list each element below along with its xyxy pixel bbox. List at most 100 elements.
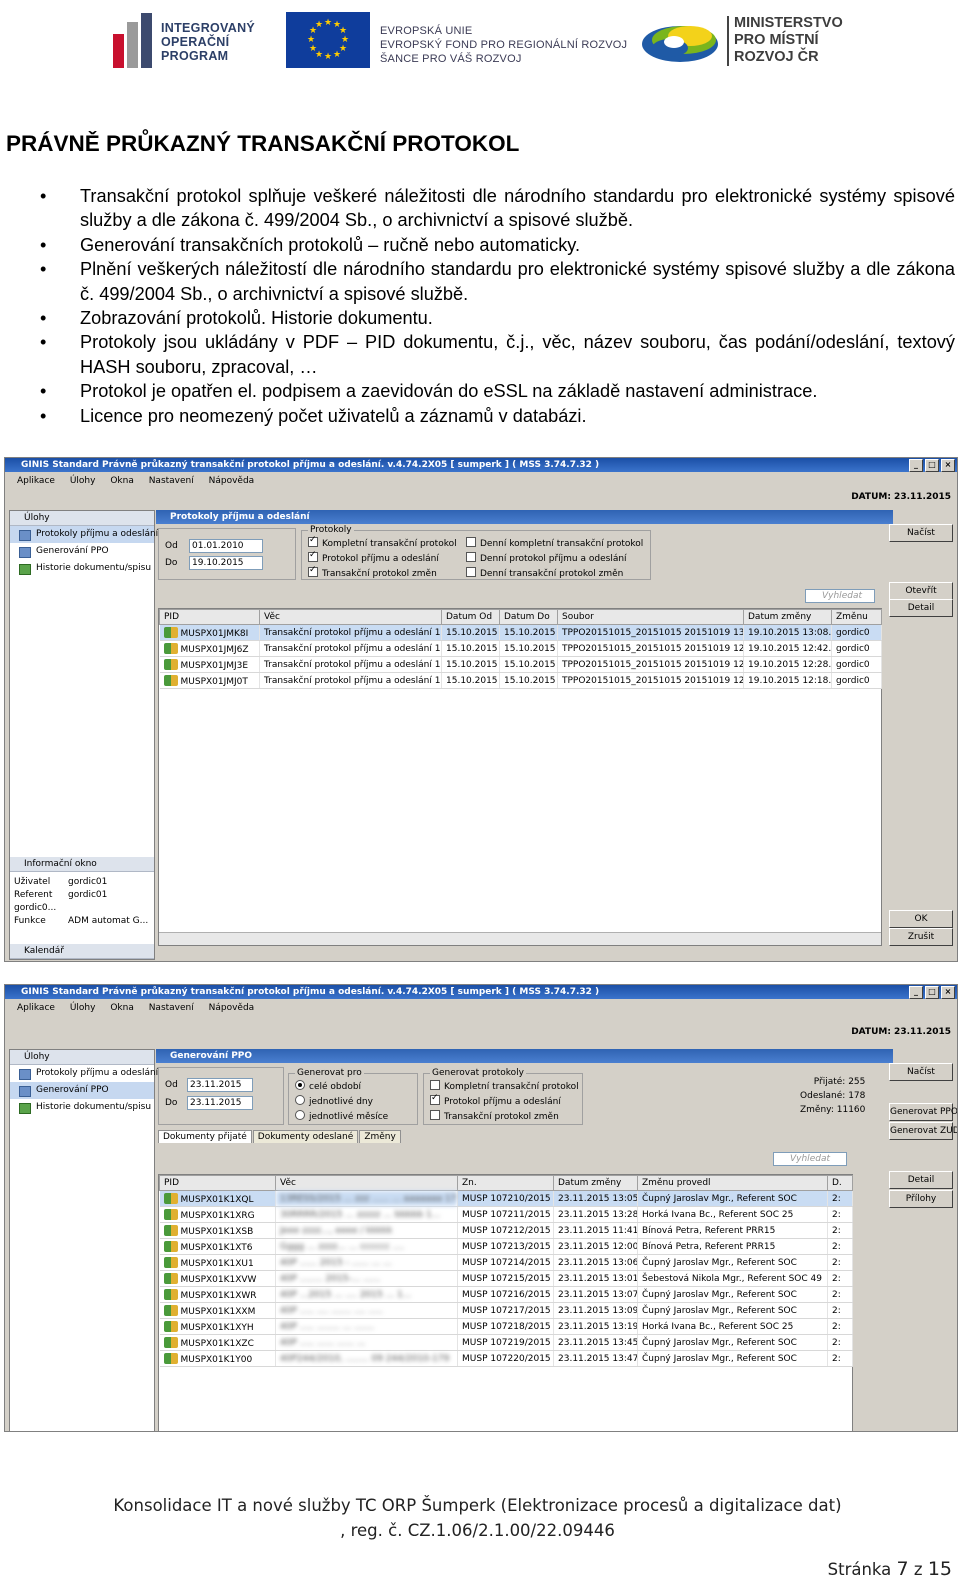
load-button[interactable]: Načíst	[889, 1063, 953, 1081]
checkbox-complete[interactable]: Kompletní transakční protokol	[308, 535, 457, 549]
table-row[interactable]: MUSPX01K1XT6 Gggg ... zzzz... ... cccccc …	[159, 1238, 853, 1255]
stats-block: Přijaté: 255 Odeslané: 178 Změny: 11160	[800, 1075, 865, 1117]
column-header[interactable]: Věc	[259, 609, 442, 625]
close-button[interactable]: ×	[941, 459, 955, 472]
close-button[interactable]: ×	[941, 986, 955, 999]
checkbox-daily-receipt[interactable]: Denní protokol příjmu a odeslání	[466, 552, 627, 564]
date-range-group: Od 23.11.2015 Do 23.11.2015	[158, 1067, 284, 1125]
calendar-header[interactable]: Kalendář	[10, 944, 154, 959]
nav-item-protocols[interactable]: Protokoly příjmu a odeslání	[10, 526, 158, 543]
generate-zud-button[interactable]: Generovat ZUD	[889, 1122, 957, 1140]
stat-sent: Odeslané: 178	[800, 1091, 866, 1101]
column-header[interactable]: Datum Od	[441, 609, 500, 625]
info-header[interactable]: Informační okno	[10, 857, 154, 872]
column-header[interactable]: Změnu	[831, 609, 882, 625]
tab-received[interactable]: Dokumenty přijaté	[158, 1130, 252, 1143]
attachments-button[interactable]: Přílohy	[889, 1190, 953, 1208]
cancel-button[interactable]: Zrušit	[889, 928, 953, 946]
tasks-header[interactable]: Úlohy	[10, 511, 154, 526]
checkbox-daily-changes[interactable]: Denní transakční protokol změn	[466, 567, 623, 579]
table-row[interactable]: MUSPX01K1XU1 40P ...... 2015 - ...... ...…	[159, 1254, 853, 1271]
tab-sent[interactable]: Dokumenty odeslané	[252, 1130, 359, 1143]
left-pane: Úlohy Protokoly příjmu a odeslání Genero…	[9, 510, 158, 960]
table-row[interactable]: MUSPX01JMJ3E Transakční protokol příjmu a…	[159, 656, 882, 673]
table-row[interactable]: MUSPX01K1XYH 40P ..... ........ ... .....…	[159, 1318, 853, 1335]
nav-item-history[interactable]: Historie dokumentu/spisu	[10, 560, 154, 577]
ok-button[interactable]: OK	[889, 910, 953, 928]
radio-individual-months[interactable]: jednotlivé měsíce	[295, 1110, 388, 1122]
checkbox-daily-complete[interactable]: Denní kompletní transakční protokol	[466, 537, 643, 549]
open-button[interactable]: Otevřít	[889, 582, 953, 600]
column-header[interactable]: Datum změny	[553, 1175, 638, 1191]
nav-item-generate-ppo[interactable]: Generování PPO	[10, 543, 154, 560]
radio-individual-days[interactable]: jednotlivé dny	[295, 1095, 373, 1107]
table-row[interactable]: MUSPX01K1XQL 13RESS/2015 ... zzz ...... .…	[159, 1190, 853, 1207]
table-row[interactable]: MUSPX01K1XVW 40P ........ 2015-... ......…	[159, 1270, 853, 1287]
od-date-field[interactable]: 01.01.2010	[189, 539, 263, 553]
horizontal-scrollbar[interactable]	[159, 932, 881, 945]
nav-item-protocols[interactable]: Protokoly příjmu a odeslání	[10, 1065, 158, 1082]
column-header[interactable]: Věc	[275, 1175, 458, 1191]
do-date-field[interactable]: 19.10.2015	[189, 556, 263, 570]
menu-ulohy[interactable]: Úlohy	[70, 476, 96, 486]
column-header[interactable]: Datum Do	[499, 609, 558, 625]
ie-icon	[163, 1192, 178, 1204]
column-header[interactable]: PID	[159, 609, 260, 625]
detail-button[interactable]: Detail	[889, 1171, 953, 1189]
table-row[interactable]: MUSPX01K1XWR 40P ...2015 ... .... 2015 ..…	[159, 1286, 853, 1303]
load-button[interactable]: Načíst	[889, 524, 953, 542]
table-row[interactable]: MUSPX01JMK8I Transakční protokol příjmu a…	[159, 624, 882, 641]
screenshot-protocols-window: GINIS Standard Právně průkazný transakčn…	[4, 457, 958, 962]
table-row[interactable]: MUSPX01K1XZC 40P ..... ...... ...... ... M…	[159, 1334, 853, 1351]
generate-ppo-button[interactable]: Generovat PPO	[889, 1103, 957, 1121]
menu-napoveda[interactable]: Nápověda	[209, 1003, 255, 1013]
column-header[interactable]: Změnu provedl	[637, 1175, 828, 1191]
menu-okna[interactable]: Okna	[110, 1003, 134, 1013]
column-header[interactable]: Datum změny	[743, 609, 832, 625]
iop-text: INTEGROVANÝ OPERAČNÍ PROGRAM	[161, 21, 256, 63]
search-input[interactable]: Vyhledat	[805, 589, 875, 603]
table-row[interactable]: MUSPX01JMJ6Z Transakční protokol příjmu a…	[159, 640, 882, 657]
minimize-button[interactable]: _	[909, 459, 923, 472]
menu-ulohy[interactable]: Úlohy	[70, 1003, 96, 1013]
menu-napoveda[interactable]: Nápověda	[209, 476, 255, 486]
tasks-header[interactable]: Úlohy	[10, 1050, 154, 1065]
checkbox-complete[interactable]: Kompletní transakční protokol	[430, 1080, 579, 1092]
menu-nastaveni[interactable]: Nastavení	[149, 1003, 194, 1013]
menu-nastaveni[interactable]: Nastavení	[149, 476, 194, 486]
checkbox-receipt[interactable]: Protokol příjmu a odeslání	[430, 1093, 561, 1107]
ie-icon	[163, 1224, 178, 1236]
table-row[interactable]: MUSPX01JMJ0T Transakční protokol příjmu a…	[159, 672, 882, 689]
table-row[interactable]: MUSPX01K1XXM 40P ..... .... ....... .... …	[159, 1302, 853, 1319]
search-input[interactable]: Vyhledat	[773, 1152, 847, 1166]
generate-protocols-title: Generovat protokoly	[430, 1068, 526, 1078]
menu-okna[interactable]: Okna	[110, 476, 134, 486]
menu-aplikace[interactable]: Aplikace	[17, 1003, 55, 1013]
table-row[interactable]: MUSPX01K1Y00 40P244/2010, ........ 09 244…	[159, 1350, 853, 1367]
menu-aplikace[interactable]: Aplikace	[17, 476, 55, 486]
table-row[interactable]: MUSPX01K1XRG 30RRRR/2015 ... zzzzz ... bb…	[159, 1206, 853, 1223]
documents-table-area: PID Věc Zn. Datum změny Změnu provedl D.…	[158, 1174, 853, 1431]
checkbox-changes[interactable]: Transakční protokol změn	[308, 565, 437, 579]
iop-bars-icon	[113, 13, 155, 68]
checkbox-changes[interactable]: Transakční protokol změn	[430, 1110, 559, 1122]
column-header[interactable]: D.	[827, 1175, 853, 1191]
protocol-table-area: PID Věc Datum Od Datum Do Soubor Datum z…	[158, 608, 882, 946]
table-header-row: PID Věc Zn. Datum změny Změnu provedl D.	[159, 1175, 853, 1191]
od-date-field[interactable]: 23.11.2015	[187, 1078, 253, 1092]
maximize-button[interactable]: □	[925, 986, 939, 999]
info-row: Funkce ADM automat G...	[14, 916, 149, 926]
maximize-button[interactable]: □	[925, 459, 939, 472]
detail-button[interactable]: Detail	[889, 599, 953, 617]
checkbox-receipt[interactable]: Protokol příjmu a odeslání	[308, 550, 439, 564]
column-header[interactable]: Soubor	[557, 609, 744, 625]
tab-changes[interactable]: Změny	[359, 1130, 401, 1143]
column-header[interactable]: Zn.	[457, 1175, 554, 1191]
table-row[interactable]: MUSPX01K1XSB Jeee zzzz..., eeee / kkkkk MU…	[159, 1222, 853, 1239]
minimize-button[interactable]: _	[909, 986, 923, 999]
column-header[interactable]: PID	[159, 1175, 276, 1191]
nav-item-generate-ppo[interactable]: Generování PPO	[10, 1082, 154, 1099]
do-date-field[interactable]: 23.11.2015	[187, 1096, 253, 1110]
nav-item-history[interactable]: Historie dokumentu/spisu	[10, 1099, 154, 1116]
radio-whole-period[interactable]: celé období	[295, 1080, 361, 1092]
